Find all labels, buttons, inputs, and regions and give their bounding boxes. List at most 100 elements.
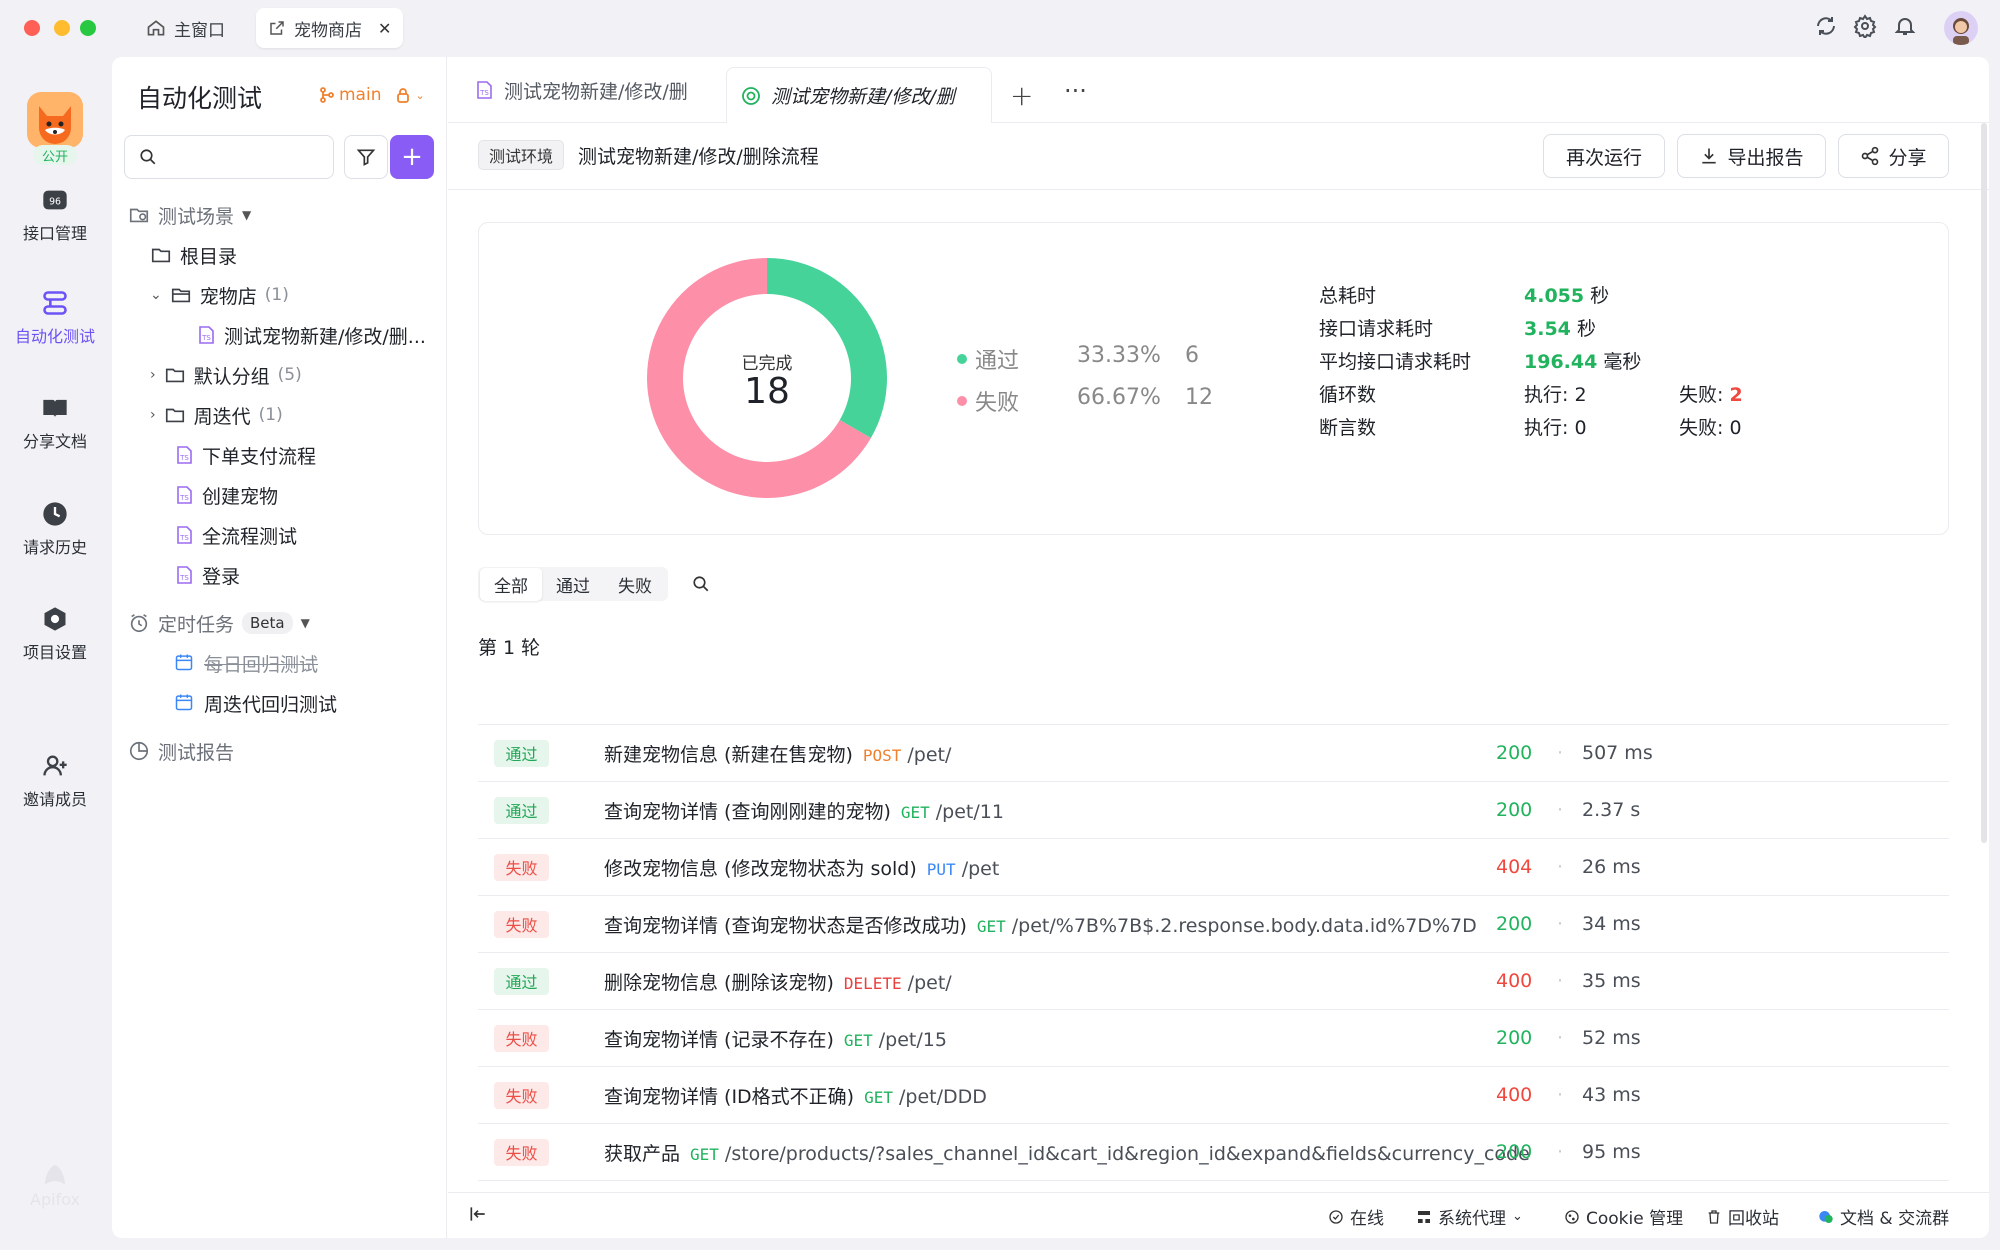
stat-label: 总耗时 [1319, 285, 1377, 307]
status-badge: 通过 [494, 739, 549, 767]
gear-icon[interactable] [1853, 14, 1879, 40]
tree-pet-scene[interactable]: TS 测试宠物新建/修改/删... [196, 319, 426, 351]
donut-total: 18 [744, 371, 790, 412]
tree-root[interactable]: 根目录 [150, 239, 237, 271]
close-window-button[interactable] [24, 20, 40, 36]
rerun-button[interactable]: 再次运行 [1543, 134, 1665, 178]
tree-weekly-regression[interactable]: 周迭代回归测试 [174, 687, 337, 719]
tree-create-pet[interactable]: TS 创建宠物 [174, 479, 278, 511]
search-icon[interactable] [692, 575, 710, 593]
tree-order-pay[interactable]: TS 下单支付流程 [174, 439, 316, 471]
scrollbar[interactable] [1981, 123, 1987, 843]
collapse-sidebar-button[interactable] [468, 1204, 488, 1224]
search-input[interactable] [124, 135, 334, 179]
recycle-bin[interactable]: 回收站 [1706, 1204, 1779, 1229]
filter-button[interactable] [344, 135, 388, 179]
status-code: 400 [1496, 970, 1533, 992]
http-method: GET [843, 1030, 873, 1050]
status-badge: 失败 [494, 1138, 549, 1166]
tab-label: 测试宠物新建/修改/删 [504, 80, 688, 103]
tree-label: 测试报告 [158, 741, 235, 764]
rail-item-label: 自动化测试 [14, 327, 95, 346]
tab-main-window[interactable]: 主窗口 [134, 8, 237, 48]
avatar[interactable] [1944, 11, 1978, 45]
result-name: 查询宠物详情 (查询刚刚建的宠物) GET/pet/11 [604, 800, 1004, 823]
search-icon [139, 148, 157, 166]
beta-badge: Beta [242, 612, 293, 634]
close-tab-icon[interactable]: ✕ [378, 19, 391, 38]
test-scene-icon: TS [174, 565, 194, 585]
proxy-selector[interactable]: 系统代理 ⌄ [1416, 1204, 1523, 1229]
result-row[interactable]: 通过 新建宠物信息 (新建在售宠物) POST/pet/200 · 507 ms [478, 724, 1949, 781]
rail-item-invite[interactable]: 邀请成员 [0, 752, 110, 810]
branch-selector[interactable]: main ⌄ [320, 85, 425, 105]
bell-icon[interactable] [1893, 14, 1919, 40]
result-name: 查询宠物详情 (记录不存在) GET/pet/15 [604, 1028, 947, 1051]
export-report-button[interactable]: 导出报告 [1677, 134, 1826, 178]
add-button[interactable]: + [390, 135, 434, 179]
maximize-window-button[interactable] [80, 20, 96, 36]
tab-pet-store[interactable]: 宠物商店 ✕ [256, 8, 404, 48]
tree-full-flow[interactable]: TS 全流程测试 [174, 519, 297, 551]
tree-default-group[interactable]: › 默认分组 (5) [150, 359, 302, 391]
more-tabs-button[interactable]: ··· [1064, 77, 1087, 105]
http-method: GET [690, 1144, 719, 1164]
test-scene-icon: TS [174, 445, 194, 465]
home-icon [146, 18, 166, 38]
result-row[interactable]: 失败 修改宠物信息 (修改宠物状态为 sold) PUT/pet 404 · 26 ms [478, 838, 1949, 895]
result-row[interactable]: 通过 查询宠物详情 (查询刚刚建的宠物) GET/pet/11 200 · 2.37 s [478, 781, 1949, 838]
tree-pet-store[interactable]: ⌄ 宠物店 (1) [150, 279, 289, 311]
footer-label: 系统代理 [1438, 1209, 1506, 1229]
response-time: 26 ms [1582, 856, 1641, 878]
tree-label: 周迭代 [193, 405, 251, 428]
online-status[interactable]: 在线 [1328, 1204, 1384, 1229]
env-tag[interactable]: 测试环境 [478, 140, 565, 170]
tree-login[interactable]: TS 登录 [174, 559, 240, 591]
result-row[interactable]: 失败 获取产品 GET/store/products/?sales_channel_… [478, 1123, 1949, 1180]
docs-community[interactable]: 文档 & 交流群 [1818, 1204, 1949, 1229]
http-method: DELETE [843, 973, 902, 993]
response-time: 2.37 s [1582, 799, 1641, 821]
round-label: 第 1 轮 [478, 637, 541, 659]
tree-label: 默认分组 [193, 365, 270, 388]
tree-count: (1) [264, 285, 289, 305]
status-code: 200 [1496, 913, 1533, 935]
tree-iteration[interactable]: › 周迭代 (1) [150, 399, 283, 431]
cookie-manager[interactable]: Cookie 管理 [1564, 1204, 1683, 1229]
report-icon [741, 86, 761, 106]
tree-daily-regression[interactable]: 每日回归测试 [174, 647, 318, 679]
filter-all[interactable]: 全部 [480, 567, 542, 601]
result-row[interactable]: 通过 删除宠物信息 (删除该宠物) DELETE/pet/400 · 35 ms [478, 952, 1949, 1009]
button-label: 分享 [1888, 146, 1927, 169]
stat-label: 平均接口请求耗时 [1319, 351, 1472, 373]
test-scene-icon: TS [474, 80, 494, 100]
result-row[interactable]: 失败 查询宠物详情 (ID格式不正确) GET/pet/DDD 400 · 43 ms [478, 1066, 1949, 1123]
separator: · [1557, 1027, 1564, 1049]
project-logo[interactable] [27, 92, 83, 148]
refresh-icon[interactable] [1814, 14, 1840, 40]
tab-scene-2[interactable]: 测试宠物新建/修改/删 [726, 67, 992, 123]
result-name: 修改宠物信息 (修改宠物状态为 sold) PUT/pet [604, 857, 1000, 880]
scenes-icon [128, 204, 150, 226]
rail-item-api[interactable]: 96 接口管理 [0, 186, 110, 244]
result-row[interactable]: 失败 查询宠物详情 (记录不存在) GET/pet/15 200 · 52 ms [478, 1009, 1949, 1066]
rail-item-history[interactable]: 请求历史 [0, 500, 110, 558]
filter-icon [356, 147, 376, 167]
filter-fail[interactable]: 失败 [604, 568, 666, 601]
rail-item-docs[interactable]: 分享文档 [0, 394, 110, 452]
filter-pass[interactable]: 通过 [542, 568, 604, 601]
minimize-window-button[interactable] [54, 20, 70, 36]
stat-avg-time: 196.44 毫秒 [1524, 351, 1642, 373]
tree-scheduled[interactable]: 定时任务 Beta ▼ [128, 607, 310, 639]
rail-item-settings[interactable]: 项目设置 [0, 605, 110, 663]
tab-scene-1[interactable]: TS 测试宠物新建/修改/删 [460, 67, 702, 113]
tree-scenes[interactable]: 测试场景 ▼ [128, 199, 251, 231]
pie-chart-icon [128, 740, 150, 762]
legend-count: 12 [1185, 385, 1213, 410]
tree-reports[interactable]: 测试报告 [128, 735, 234, 767]
status-code: 400 [1496, 1084, 1533, 1106]
share-button[interactable]: 分享 [1838, 134, 1949, 178]
add-tab-button[interactable]: + [1010, 79, 1033, 112]
rail-item-automation[interactable]: 自动化测试 [0, 289, 110, 347]
result-row[interactable]: 失败 查询宠物详情 (查询宠物状态是否修改成功) GET/pet/%7B%7B$.2… [478, 895, 1949, 952]
